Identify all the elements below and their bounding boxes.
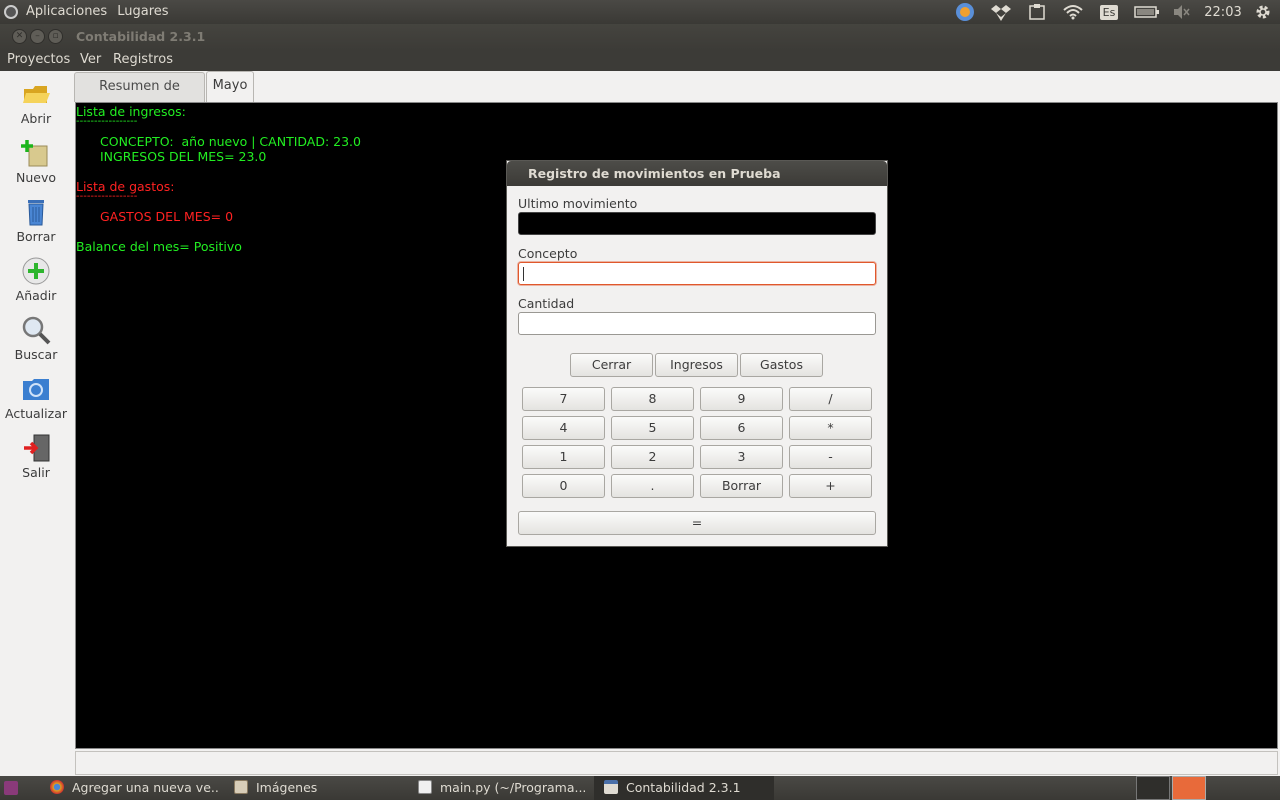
tab-mayo[interactable]: Mayo (206, 71, 254, 102)
folder-open-icon (21, 79, 51, 109)
income-item: CONCEPTO: año nuevo | CANTIDAD: 23.0 (100, 134, 361, 149)
chrome-icon (50, 780, 64, 794)
menu-ver[interactable]: Ver (80, 52, 101, 67)
key-5[interactable]: 5 (611, 416, 694, 440)
wifi-icon[interactable] (1062, 0, 1084, 24)
window-title: Contabilidad 2.3.1 (76, 29, 206, 44)
window-titlebar: ✕ – ▫ Contabilidad 2.3.1 (0, 24, 1280, 50)
dialog-title: Registro de movimientos en Prueba (507, 161, 887, 186)
key-8[interactable]: 8 (611, 387, 694, 411)
dropbox-icon[interactable] (990, 0, 1012, 24)
toolbar-label: Salir (22, 465, 50, 480)
minimize-window-button[interactable]: – (30, 29, 45, 44)
menu-proyectos[interactable]: Proyectos (7, 52, 70, 67)
close-window-button[interactable]: ✕ (12, 29, 27, 44)
volume-muted-icon[interactable] (1170, 0, 1192, 24)
text-editor-icon (418, 780, 432, 794)
amount-input[interactable] (518, 312, 876, 335)
panel-menus: Aplicaciones Lugares (4, 4, 179, 19)
key-4[interactable]: 4 (522, 416, 605, 440)
income-button[interactable]: Ingresos (655, 353, 738, 377)
key-equals[interactable]: = (518, 511, 876, 535)
income-total: INGRESOS DEL MES= 23.0 (100, 149, 267, 164)
expense-total: GASTOS DEL MES= 0 (100, 209, 234, 224)
keyboard-layout-indicator[interactable]: Es (1097, 0, 1121, 24)
taskbar: Agregar una nueva ve... Imágenes main.py… (0, 776, 1280, 800)
key-9[interactable]: 9 (700, 387, 783, 411)
gear-icon[interactable] (1252, 0, 1274, 24)
key-3[interactable]: 3 (700, 445, 783, 469)
toolbar-label: Actualizar (5, 406, 67, 421)
key-2[interactable]: 2 (611, 445, 694, 469)
magnifier-icon (21, 315, 51, 345)
toolbar-open-button[interactable]: Abrir (0, 77, 72, 135)
toolbar-delete-button[interactable]: Borrar (0, 195, 72, 253)
add-icon (21, 256, 51, 286)
movements-dialog: Registro de movimientos en Prueba Ultimo… (506, 160, 888, 547)
key-divide[interactable]: / (789, 387, 872, 411)
toolbar-label: Nuevo (15, 170, 56, 185)
toolbar-add-button[interactable]: Añadir (0, 254, 72, 312)
key-6[interactable]: 6 (700, 416, 783, 440)
taskbar-item-images[interactable]: Imágenes (234, 776, 404, 800)
menu-registros[interactable]: Registros (113, 52, 173, 67)
show-desktop-button[interactable] (4, 776, 24, 800)
key-decimal[interactable]: . (611, 474, 694, 498)
status-bar (75, 751, 1278, 775)
toolbar-refresh-button[interactable]: Actualizar (0, 372, 72, 430)
desktop-icon (4, 781, 18, 795)
trash-icon (21, 197, 51, 227)
key-subtract[interactable]: - (789, 445, 872, 469)
window-icon (604, 780, 618, 794)
toolbar-search-button[interactable]: Buscar (0, 313, 72, 371)
file-manager-icon (234, 780, 248, 794)
toolbar-label: Borrar (16, 229, 56, 244)
menubar: Proyectos Ver Registros (0, 50, 1280, 71)
toolbar-label: Buscar (14, 347, 58, 362)
clock[interactable]: 22:03 (1203, 0, 1243, 24)
text-cursor (523, 267, 524, 281)
workspace-1[interactable] (1136, 776, 1170, 800)
workspace-2[interactable] (1172, 776, 1206, 800)
toolbar-new-button[interactable]: Nuevo (0, 136, 72, 194)
clipboard-icon[interactable] (1026, 0, 1048, 24)
concept-input[interactable] (518, 262, 876, 285)
places-menu[interactable]: Lugares (117, 4, 168, 19)
exit-icon (21, 433, 51, 463)
key-1[interactable]: 1 (522, 445, 605, 469)
applications-menu[interactable]: Aplicaciones (26, 4, 107, 19)
close-button[interactable]: Cerrar (570, 353, 653, 377)
tab-resumen-de-prueba[interactable]: Resumen de Prueba (74, 72, 205, 122)
last-movement-field (518, 212, 876, 235)
taskbar-item-browser[interactable]: Agregar una nueva ve... (50, 776, 220, 800)
taskbar-item-contabilidad[interactable]: Contabilidad 2.3.1 (594, 776, 774, 800)
concept-label: Concepto (518, 246, 578, 261)
toolbar-exit-button[interactable]: Salir (0, 431, 72, 489)
toolbar-label: Abrir (20, 111, 52, 126)
taskbar-item-editor[interactable]: main.py (~/Programa... (418, 776, 588, 800)
key-7[interactable]: 7 (522, 387, 605, 411)
last-movement-label: Ultimo movimiento (518, 196, 638, 211)
key-add[interactable]: + (789, 474, 872, 498)
expense-rule: ----------------- (76, 191, 138, 202)
refresh-icon (21, 374, 51, 404)
ubuntu-logo-icon[interactable] (4, 4, 18, 19)
new-folder-icon (21, 138, 51, 168)
balance-line: Balance del mes= Positivo (76, 239, 242, 254)
key-clear[interactable]: Borrar (700, 474, 783, 498)
top-panel: Aplicaciones Lugares Es 22:03 (0, 0, 1280, 24)
key-0[interactable]: 0 (522, 474, 605, 498)
battery-icon[interactable] (1133, 0, 1161, 24)
chromium-tray-icon[interactable] (954, 0, 976, 24)
maximize-window-button[interactable]: ▫ (48, 29, 63, 44)
toolbar-label: Añadir (15, 288, 57, 303)
amount-label: Cantidad (518, 296, 575, 311)
key-multiply[interactable]: * (789, 416, 872, 440)
income-rule: ----------------- (76, 116, 138, 127)
expense-button[interactable]: Gastos (740, 353, 823, 377)
